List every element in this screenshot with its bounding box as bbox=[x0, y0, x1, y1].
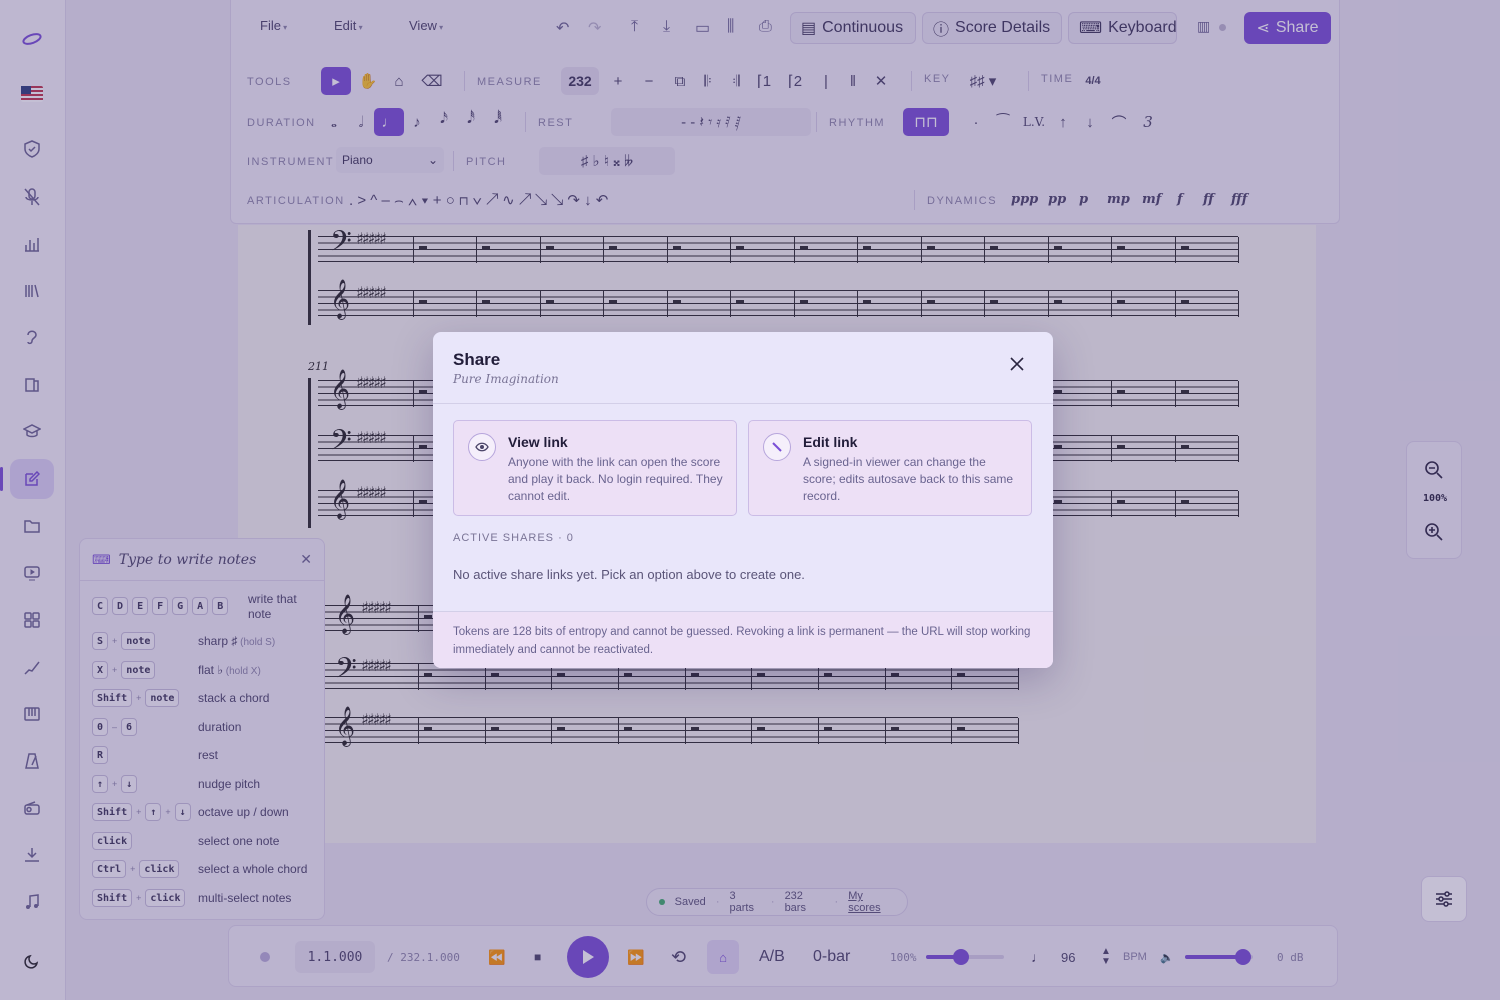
eye-icon bbox=[468, 433, 496, 461]
score-name: Pure Imagination bbox=[453, 372, 559, 386]
empty-state-message: No active share links yet. Pick an optio… bbox=[453, 567, 805, 582]
dialog-title: Share bbox=[453, 350, 501, 369]
edit-link-title: Edit link bbox=[803, 434, 858, 450]
pencil-icon bbox=[763, 433, 791, 461]
edit-link-option[interactable]: Edit link A signed-in viewer can change … bbox=[748, 420, 1032, 516]
security-footnote: Tokens are 128 bits of entropy and canno… bbox=[433, 611, 1053, 668]
edit-link-description: A signed-in viewer can change the score;… bbox=[803, 455, 1014, 503]
view-link-title: View link bbox=[508, 434, 568, 450]
view-link-option[interactable]: View link Anyone with the link can open … bbox=[453, 420, 737, 516]
view-link-description: Anyone with the link can open the score … bbox=[508, 455, 723, 503]
share-dialog: Share Pure Imagination View link Anyone … bbox=[433, 332, 1053, 668]
active-shares-label: ACTIVE SHARES · 0 bbox=[453, 532, 574, 544]
close-icon[interactable] bbox=[1007, 354, 1027, 374]
